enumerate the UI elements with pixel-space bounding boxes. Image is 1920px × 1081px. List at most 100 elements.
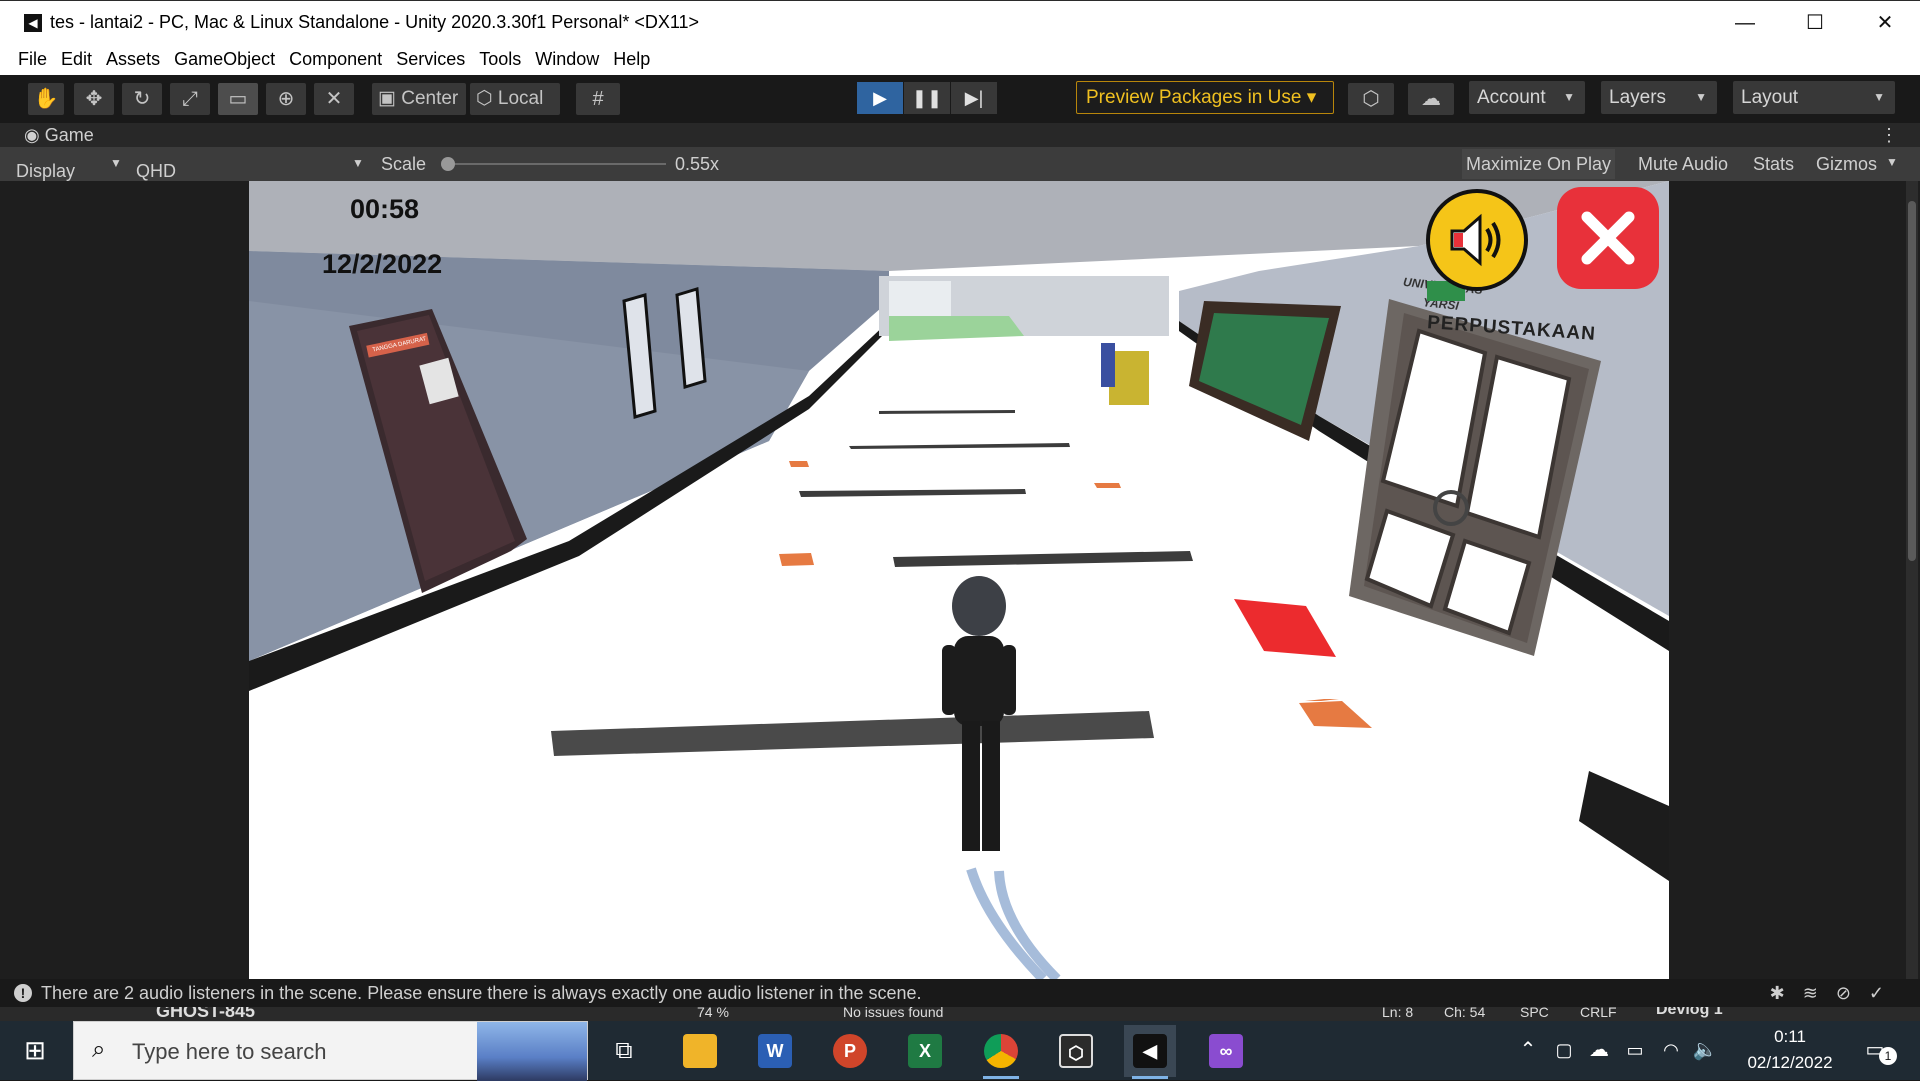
rect-tool-icon[interactable]: ▭ bbox=[218, 83, 258, 115]
bug-icon[interactable]: ✱ bbox=[1770, 983, 1803, 1003]
console-status-bar[interactable]: ! There are 2 audio listeners in the sce… bbox=[0, 979, 1920, 1007]
layout-dropdown[interactable]: Layout ▼ bbox=[1733, 81, 1895, 114]
notification-center-icon[interactable]: ▭ 1 bbox=[1857, 1021, 1897, 1080]
caret-down-icon[interactable]: ▼ bbox=[1886, 155, 1898, 169]
file-explorer-icon[interactable] bbox=[674, 1025, 726, 1077]
menu-gameobject[interactable]: GameObject bbox=[174, 49, 275, 70]
caret-down-icon: ▼ bbox=[352, 156, 364, 170]
excel-icon[interactable]: X bbox=[899, 1025, 951, 1077]
active-app-indicator bbox=[1132, 1076, 1168, 1079]
scale-slider-track[interactable] bbox=[448, 163, 666, 165]
minimize-button[interactable]: — bbox=[1710, 1, 1780, 45]
mute-audio-toggle[interactable]: Mute Audio bbox=[1634, 149, 1733, 179]
menu-assets[interactable]: Assets bbox=[106, 49, 160, 70]
meet-now-icon[interactable]: ▢ bbox=[1550, 1021, 1578, 1080]
task-view-icon[interactable]: ⧉ bbox=[598, 1025, 650, 1077]
caret-down-icon: ▼ bbox=[1563, 90, 1575, 104]
check-icon[interactable]: ✓ bbox=[1869, 983, 1902, 1003]
close-x-icon bbox=[1581, 211, 1635, 265]
gizmos-toggle[interactable]: Gizmos bbox=[1812, 149, 1882, 179]
hand-tool-icon[interactable]: ✋ bbox=[28, 83, 64, 115]
game-tab[interactable]: ◉ Game bbox=[14, 123, 104, 147]
show-hidden-icons[interactable]: ⌃ bbox=[1514, 1021, 1542, 1080]
search-highlight-image bbox=[477, 1022, 587, 1081]
menu-help[interactable]: Help bbox=[613, 49, 650, 70]
layers-icon[interactable]: ≋ bbox=[1803, 983, 1836, 1003]
rotate-tool-icon[interactable]: ↻ bbox=[122, 83, 162, 115]
hud-timer: 00:58 bbox=[350, 194, 420, 224]
menu-services[interactable]: Services bbox=[396, 49, 465, 70]
menu-bar: File Edit Assets GameObject Component Se… bbox=[0, 44, 1920, 75]
info-icon: ! bbox=[14, 984, 32, 1002]
word-icon[interactable]: W bbox=[749, 1025, 801, 1077]
play-button[interactable]: ▶ bbox=[857, 82, 903, 114]
hud-date: 12/2/2022 bbox=[322, 249, 443, 279]
status-tray-icons: ✱≋⊘✓ bbox=[1770, 979, 1902, 1007]
search-placeholder: Type here to search bbox=[132, 1039, 327, 1064]
pivot-local-toggle[interactable]: ⬡ Local bbox=[470, 83, 560, 115]
game-viewport[interactable]: 00:58 12/2/2022 UNIVERSITAS YARSI PERPUS… bbox=[249, 181, 1669, 979]
sound-toggle-button[interactable] bbox=[1426, 189, 1528, 291]
no-sync-icon[interactable]: ⊘ bbox=[1836, 983, 1869, 1003]
maximize-on-play-toggle[interactable]: Maximize On Play bbox=[1462, 149, 1616, 179]
pause-button[interactable]: ❚❚ bbox=[904, 82, 950, 114]
unity-hub-icon[interactable]: ⬡ bbox=[1050, 1025, 1102, 1077]
unity-icon: ◀ bbox=[24, 13, 42, 32]
window-title: tes - lantai2 - PC, Mac & Linux Standalo… bbox=[50, 12, 700, 32]
visual-studio-icon[interactable]: ∞ bbox=[1200, 1025, 1252, 1077]
pivot-center-toggle[interactable]: ▣ Center bbox=[372, 83, 466, 115]
scale-value: 0.55x bbox=[675, 154, 720, 174]
windows-taskbar: ⊞ ⌕ Type here to search ⧉ W P X ⬡ ◀ ∞ ⌃ … bbox=[0, 1021, 1920, 1081]
caret-down-icon: ▼ bbox=[110, 156, 122, 170]
notification-badge: 1 bbox=[1879, 1047, 1897, 1065]
close-window-button[interactable]: ✕ bbox=[1850, 1, 1920, 45]
stats-toggle[interactable]: Stats bbox=[1749, 149, 1799, 179]
menu-tools[interactable]: Tools bbox=[479, 49, 521, 70]
local-cube-icon: ⬡ bbox=[476, 88, 493, 109]
menu-edit[interactable]: Edit bbox=[61, 49, 92, 70]
powerpoint-icon[interactable]: P bbox=[824, 1025, 876, 1077]
taskbar-clock[interactable]: 0:11 02/12/2022 bbox=[1730, 1021, 1850, 1080]
maximize-button[interactable]: ☐ bbox=[1780, 1, 1850, 45]
caret-down-icon: ▼ bbox=[1695, 90, 1707, 104]
layers-dropdown[interactable]: Layers ▼ bbox=[1601, 81, 1717, 114]
unity-editor-icon[interactable]: ◀ bbox=[1124, 1025, 1176, 1079]
custom-tool-icon[interactable]: ✕ bbox=[314, 83, 354, 115]
windows-start-icon[interactable]: ⊞ bbox=[0, 1021, 70, 1080]
transform-tool-icon[interactable]: ⊕ bbox=[266, 83, 306, 115]
clock-date: 02/12/2022 bbox=[1747, 1053, 1833, 1072]
collab-icon[interactable]: ⬡ bbox=[1348, 83, 1394, 115]
chrome-icon[interactable] bbox=[975, 1025, 1027, 1079]
search-icon: ⌕ bbox=[92, 1036, 106, 1063]
battery-icon[interactable]: ▭ bbox=[1620, 1021, 1650, 1080]
menu-component[interactable]: Component bbox=[289, 49, 382, 70]
game-tab-bar: ◉ Game ⋮ bbox=[0, 123, 1920, 147]
step-button[interactable]: ▶| bbox=[951, 82, 997, 114]
onedrive-icon[interactable]: ☁ bbox=[1584, 1021, 1614, 1080]
more-options-icon[interactable]: ⋮ bbox=[1880, 123, 1898, 147]
cloud-icon[interactable]: ☁ bbox=[1408, 83, 1454, 115]
close-game-button[interactable] bbox=[1557, 187, 1659, 289]
vertical-scrollbar[interactable] bbox=[1906, 181, 1918, 979]
wifi-icon[interactable]: ◠ bbox=[1656, 1021, 1686, 1080]
taskbar-search[interactable]: ⌕ Type here to search bbox=[73, 1021, 588, 1081]
background-window-strip: GHOST-845 74 % No issues found Ln: 8 Ch:… bbox=[0, 1007, 1920, 1021]
scale-tool-icon[interactable]: ⤢ bbox=[170, 83, 210, 115]
menu-window[interactable]: Window bbox=[535, 49, 599, 70]
gamepad-icon: ◉ bbox=[24, 125, 40, 145]
pivot-icon: ▣ bbox=[378, 88, 396, 109]
clock-time: 0:11 bbox=[1774, 1027, 1806, 1046]
grid-snap-icon[interactable]: # bbox=[576, 83, 620, 115]
speaker-icon bbox=[1450, 213, 1501, 267]
volume-icon[interactable]: 🔈 bbox=[1690, 1021, 1720, 1080]
caret-down-icon: ▼ bbox=[1873, 90, 1885, 104]
preview-packages-button[interactable]: Preview Packages in Use ▾ bbox=[1076, 81, 1334, 114]
move-tool-icon[interactable]: ✥ bbox=[74, 83, 114, 115]
window-titlebar: ◀ tes - lantai2 - PC, Mac & Linux Standa… bbox=[0, 0, 1920, 44]
menu-file[interactable]: File bbox=[18, 49, 47, 70]
caret-down-icon: ▾ bbox=[1306, 87, 1317, 108]
scale-label: Scale bbox=[381, 154, 427, 174]
scrollbar-thumb[interactable] bbox=[1908, 201, 1916, 561]
account-dropdown[interactable]: Account ▼ bbox=[1469, 81, 1585, 114]
scale-slider-handle[interactable] bbox=[441, 157, 455, 171]
